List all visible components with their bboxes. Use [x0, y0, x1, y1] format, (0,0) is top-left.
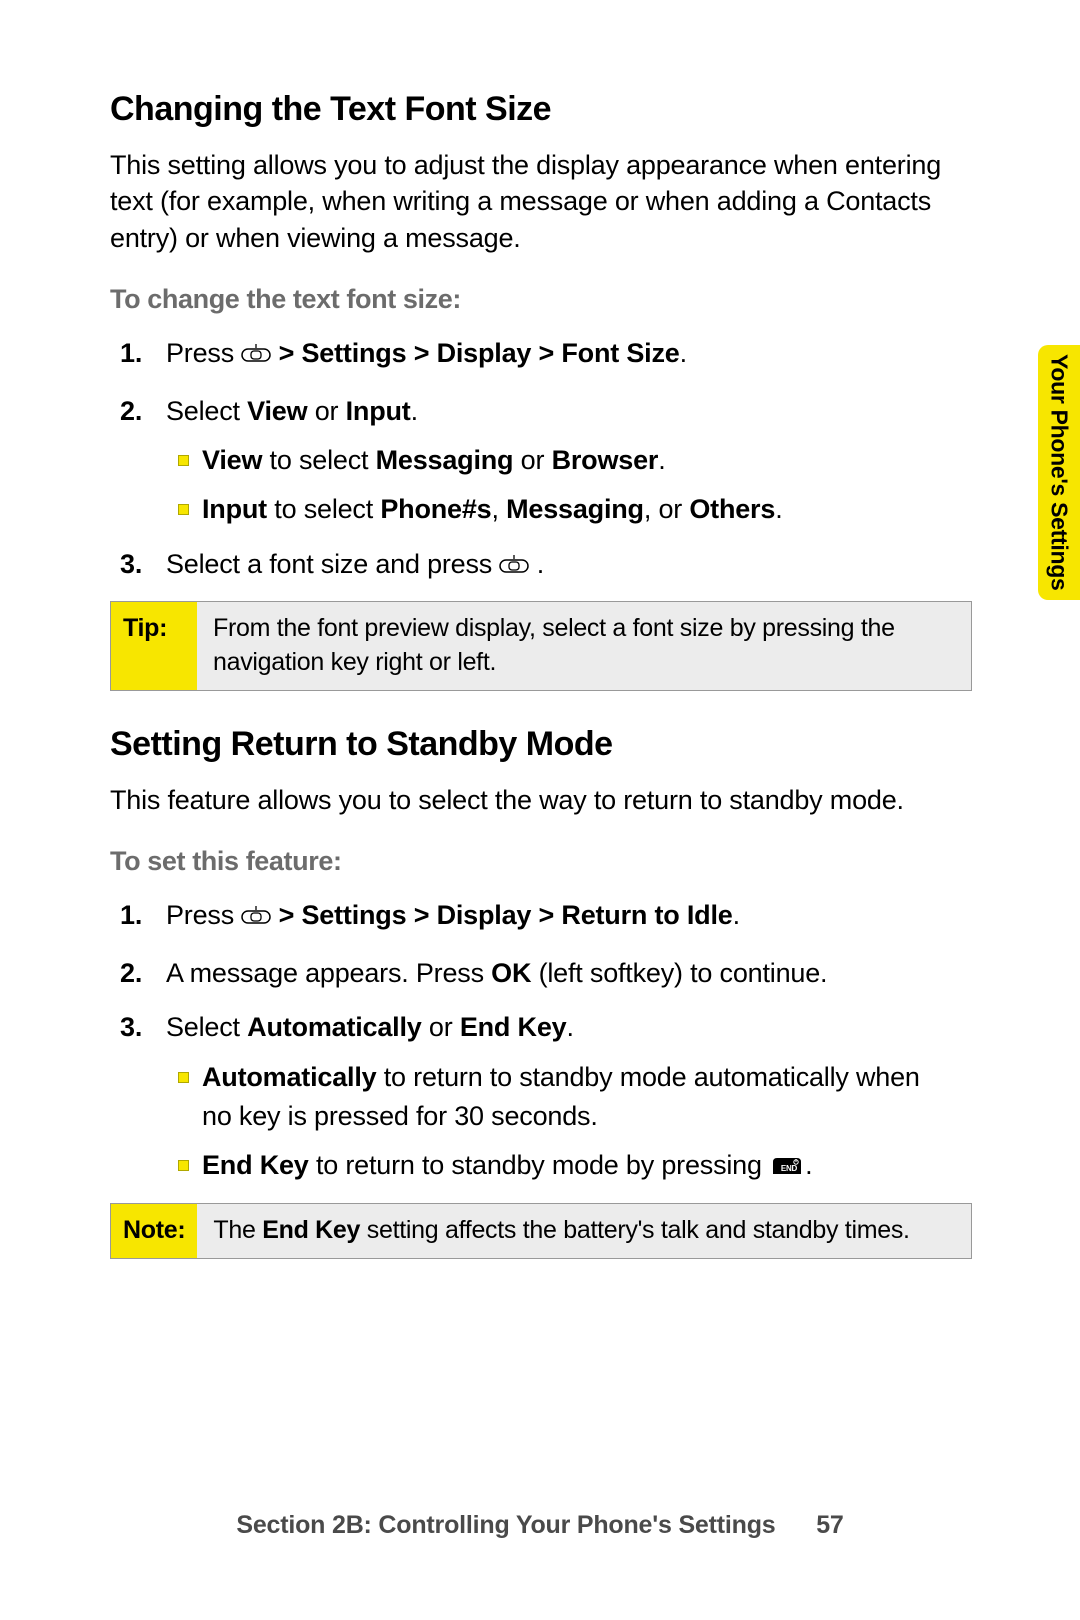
subhead-standby: To set this feature: [110, 846, 980, 877]
intro-font-size: This setting allows you to adjust the di… [110, 147, 950, 256]
standby-auto: Automatically to return to standby mode … [202, 1058, 950, 1136]
page-footer: Section 2B: Controlling Your Phone's Set… [0, 1511, 1080, 1540]
subhead-font-size: To change the text font size: [110, 284, 980, 315]
standby-step-3: 3. Select Automatically or End Key. Auto… [166, 1007, 950, 1189]
standby-step-2: 2. A message appears. Press OK (left sof… [166, 953, 950, 994]
step-2: 2. Select View or Input. View to select … [166, 391, 950, 530]
nav-key-icon [241, 336, 271, 377]
tip-label: Tip: [111, 602, 197, 690]
nav-key-icon [499, 547, 529, 588]
note-label: Note: [111, 1204, 197, 1258]
svg-text:END: END [781, 1164, 798, 1173]
step-2-sublist: View to select Messaging or Browser. Inp… [166, 441, 950, 529]
tip-body: From the font preview display, select a … [197, 602, 971, 690]
page-number: 57 [816, 1511, 843, 1540]
heading-font-size: Changing the Text Font Size [110, 90, 980, 129]
steps-standby: 1. Press > Settings > Display > Return t… [110, 895, 950, 1189]
standby-step-1: 1. Press > Settings > Display > Return t… [166, 895, 950, 939]
step-2-view: View to select Messaging or Browser. [202, 441, 950, 480]
step-1: 1. Press > Settings > Display > Font Siz… [166, 333, 950, 377]
side-tab-label: Your Phone's Settings [1046, 354, 1073, 590]
standby-endkey: End Key to return to standby mode by pre… [202, 1146, 950, 1189]
step-2-input: Input to select Phone#s, Messaging, or O… [202, 490, 950, 529]
step-3: 3. Select a font size and press . [166, 544, 950, 588]
note-body: The End Key setting affects the battery'… [197, 1204, 971, 1258]
note-callout: Note: The End Key setting affects the ba… [110, 1203, 972, 1259]
end-key-icon: END [769, 1150, 805, 1189]
side-tab: Your Phone's Settings [1038, 345, 1080, 600]
heading-standby: Setting Return to Standby Mode [110, 725, 980, 764]
nav-key-icon [241, 898, 271, 939]
intro-standby: This feature allows you to select the wa… [110, 782, 950, 818]
tip-callout: Tip: From the font preview display, sele… [110, 601, 972, 691]
steps-font-size: 1. Press > Settings > Display > Font Siz… [110, 333, 950, 587]
footer-text: Section 2B: Controlling Your Phone's Set… [236, 1511, 775, 1539]
standby-step-3-sublist: Automatically to return to standby mode … [166, 1058, 950, 1189]
